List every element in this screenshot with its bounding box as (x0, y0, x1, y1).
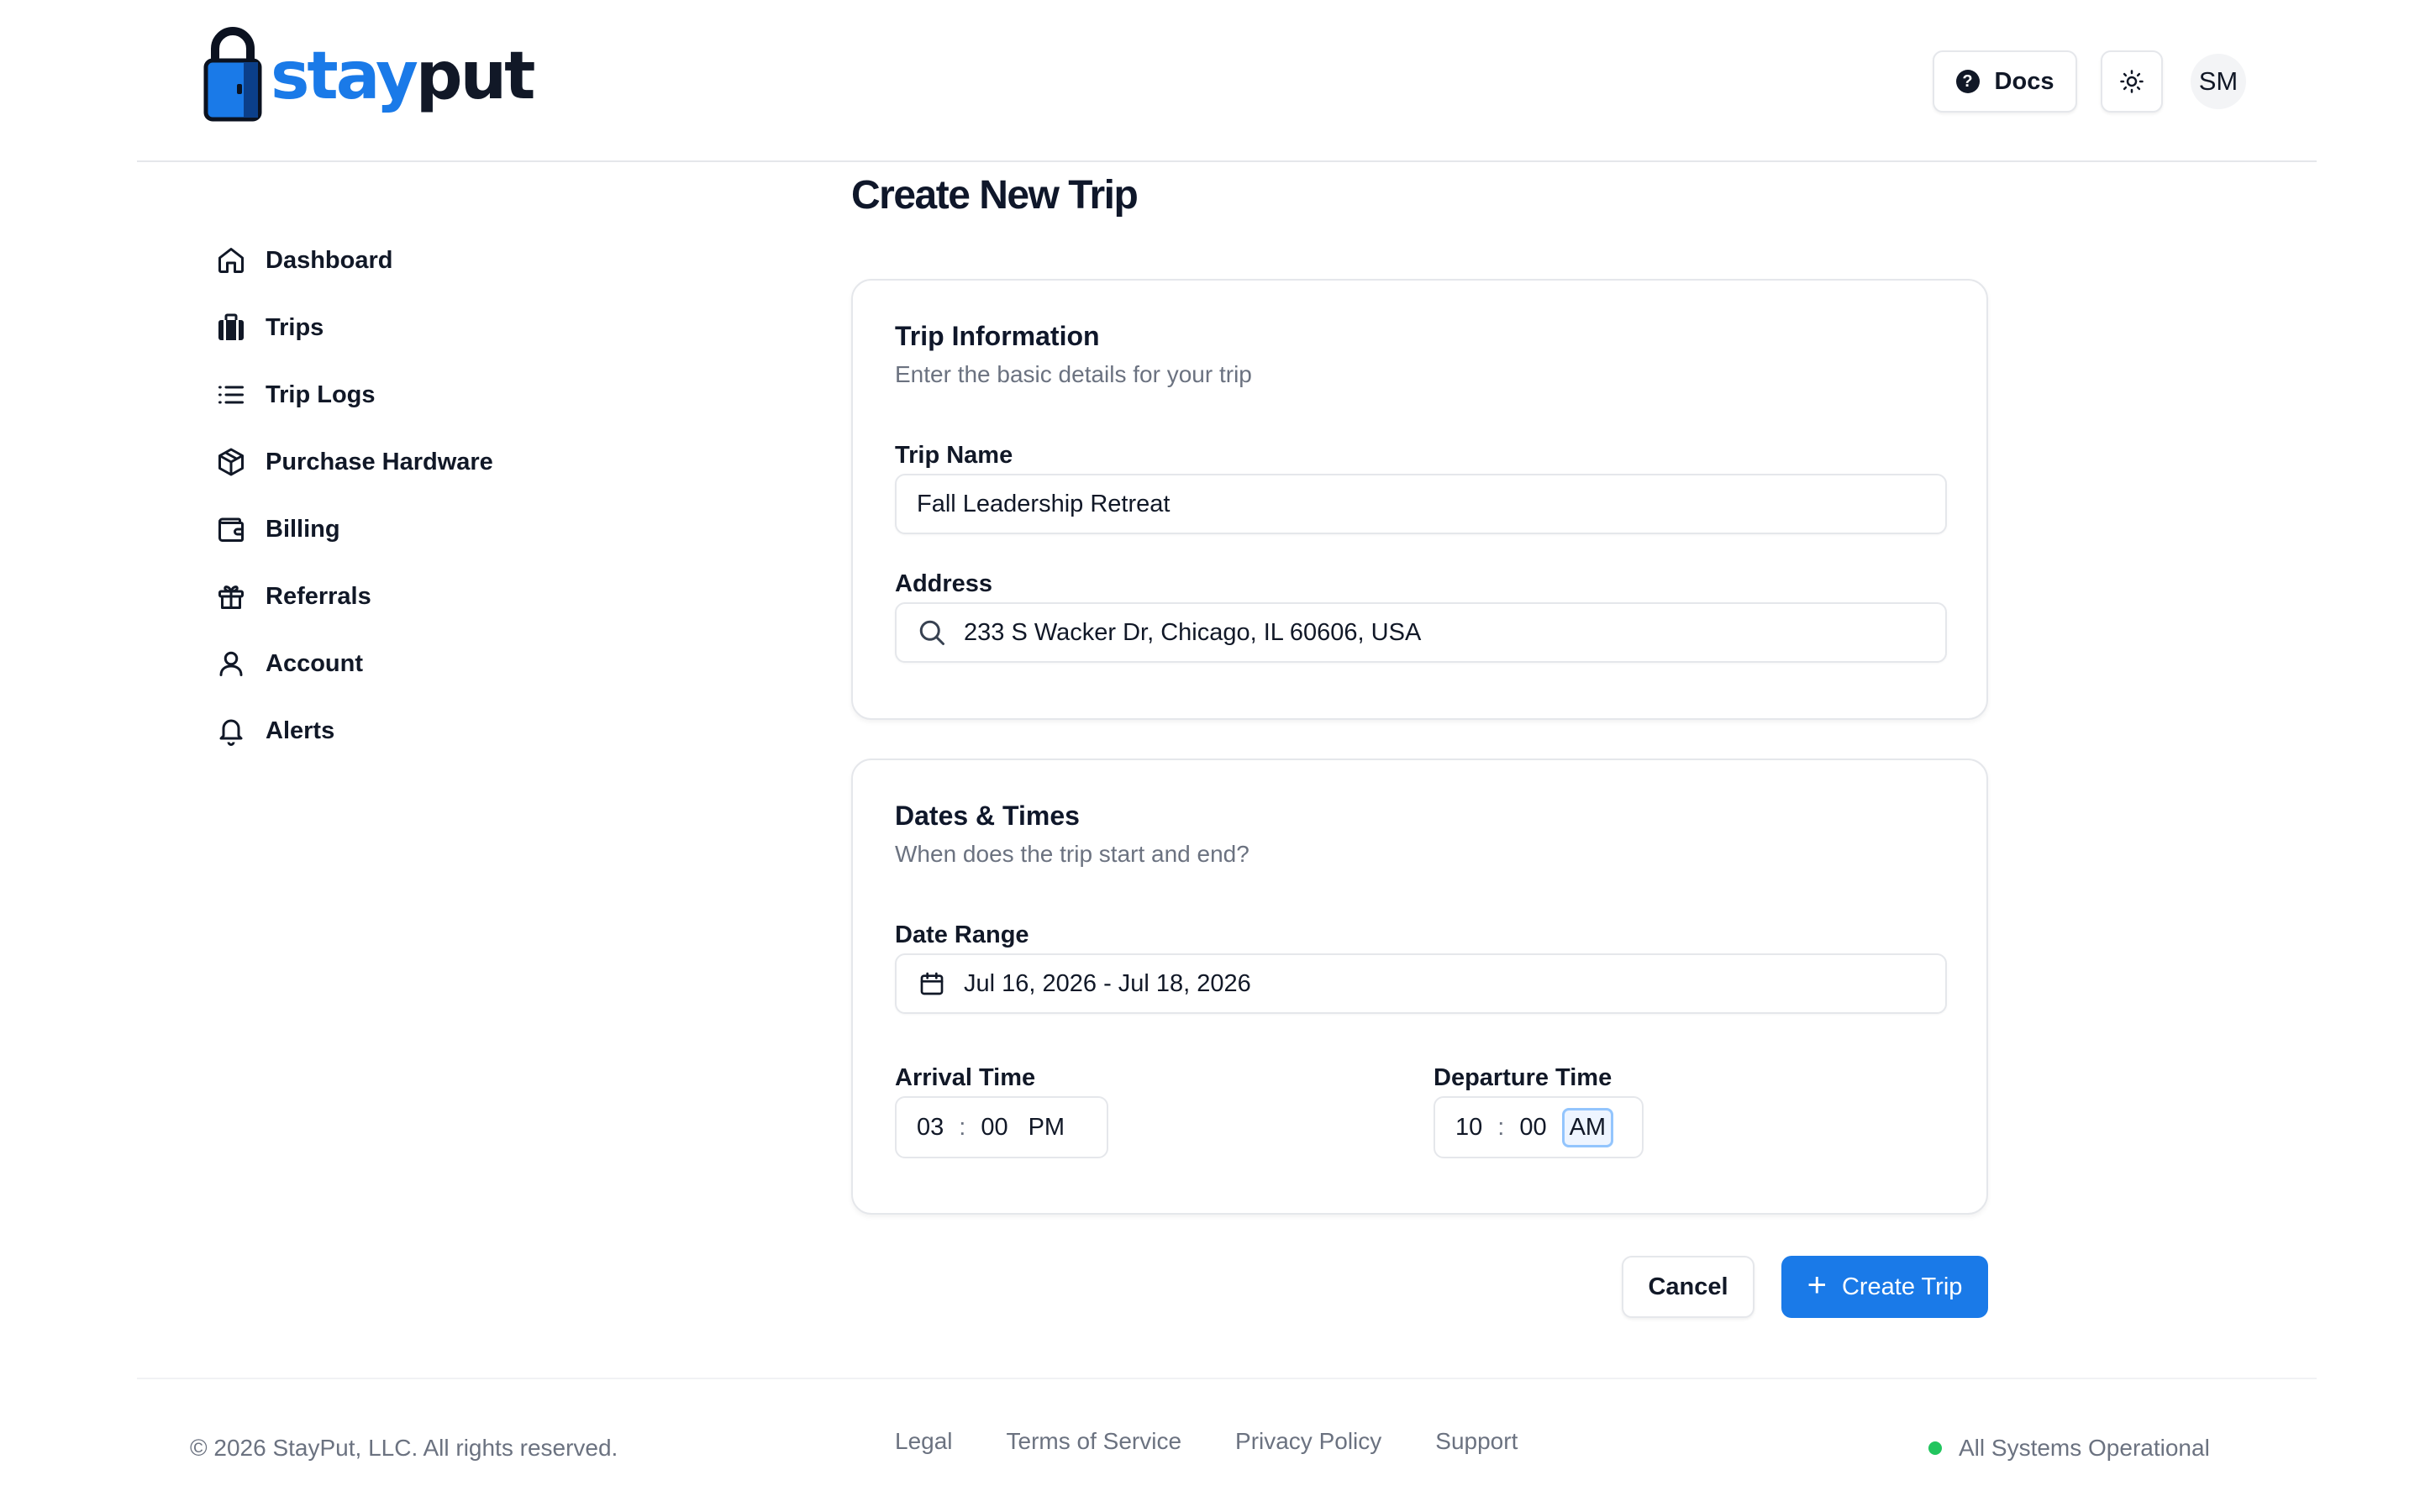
date-range-picker[interactable]: Jul 16, 2026 - Jul 18, 2026 (895, 953, 1947, 1014)
sidebar-item-label: Trip Logs (266, 381, 376, 408)
arrival-time-input: 03 : 00 PM (895, 1096, 1108, 1158)
user-icon (215, 648, 247, 680)
padlock-logo-icon (203, 27, 262, 122)
search-icon (917, 617, 947, 648)
sidebar-item-dashboard[interactable]: Dashboard (215, 227, 568, 294)
sidebar-item-trips[interactable]: Trips (215, 294, 568, 361)
departure-time-input: 10 : 00 AM (1434, 1096, 1644, 1158)
brand-name: stayput (271, 39, 535, 114)
arrival-time-label: Arrival Time (895, 1064, 1036, 1091)
status-dot-icon (1928, 1441, 1942, 1455)
user-avatar[interactable]: SM (2191, 54, 2246, 109)
departure-time-label: Departure Time (1434, 1064, 1612, 1091)
footer-link-legal[interactable]: Legal (895, 1428, 953, 1455)
help-circle-icon: ? (1955, 70, 1980, 93)
docs-button[interactable]: ? Docs (1933, 50, 2077, 113)
sun-icon (2120, 70, 2144, 93)
arrival-minute-field[interactable]: 00 (981, 1114, 1007, 1142)
sidebar-item-label: Billing (266, 515, 340, 543)
footer-link-privacy[interactable]: Privacy Policy (1235, 1428, 1381, 1455)
sidebar-item-billing[interactable]: Billing (215, 496, 568, 563)
footer-link-support[interactable]: Support (1435, 1428, 1518, 1455)
page-title: Create New Trip (851, 173, 1139, 218)
calendar-icon (917, 969, 947, 999)
sidebar-item-referrals[interactable]: Referrals (215, 563, 568, 630)
sidebar-item-account[interactable]: Account (215, 630, 568, 697)
card-title: Trip Information (895, 321, 1100, 351)
time-separator: : (959, 1113, 966, 1141)
wallet-icon (215, 513, 247, 545)
trip-information-card: Trip Information Enter the basic details… (851, 279, 1988, 720)
home-icon (215, 244, 247, 276)
create-trip-label: Create Trip (1841, 1273, 1963, 1300)
sidebar-item-trip-logs[interactable]: Trip Logs (215, 361, 568, 428)
trip-name-input[interactable]: Fall Leadership Retreat (895, 474, 1947, 534)
address-input[interactable]: 233 S Wacker Dr, Chicago, IL 60606, USA (895, 602, 1947, 663)
sidebar-item-label: Alerts (266, 717, 335, 744)
address-label: Address (895, 570, 993, 597)
create-trip-button[interactable]: + Create Trip (1781, 1256, 1988, 1318)
sidebar-item-label: Referrals (266, 582, 371, 610)
sidebar-item-label: Account (266, 649, 363, 677)
address-value: 233 S Wacker Dr, Chicago, IL 60606, USA (964, 618, 1422, 646)
date-range-label: Date Range (895, 921, 1029, 948)
top-header: stayput ? Docs SM (137, 0, 2317, 162)
cancel-button[interactable]: Cancel (1622, 1256, 1754, 1318)
date-range-value: Jul 16, 2026 - Jul 18, 2026 (964, 969, 1251, 997)
departure-minute-field[interactable]: 00 (1519, 1114, 1546, 1142)
status-text: All Systems Operational (1959, 1435, 2210, 1461)
sidebar-nav: Dashboard Trips Trip Logs Purchase Hardw… (215, 227, 568, 764)
theme-toggle-button[interactable] (2101, 50, 2163, 113)
trip-name-label: Trip Name (895, 442, 1013, 469)
docs-label: Docs (1994, 67, 2054, 95)
footer-divider (137, 1378, 2317, 1379)
bell-icon (215, 715, 247, 747)
departure-period-field[interactable]: AM (1561, 1107, 1614, 1147)
copyright-text: © 2026 StayPut, LLC. All rights reserved… (190, 1435, 618, 1461)
list-icon (215, 379, 247, 411)
sidebar-item-label: Purchase Hardware (266, 448, 493, 475)
sidebar-item-label: Dashboard (266, 246, 393, 274)
dates-times-card: Dates & Times When does the trip start a… (851, 759, 1988, 1215)
stayput-logo[interactable]: stayput (203, 25, 535, 123)
departure-hour-field[interactable]: 10 (1455, 1114, 1482, 1142)
card-subtitle: When does the trip start and end? (895, 841, 1249, 867)
footer-links: Legal Terms of Service Privacy Policy Su… (895, 1428, 1518, 1455)
package-icon (215, 446, 247, 478)
plus-icon: + (1807, 1267, 1827, 1304)
sidebar-item-purchase-hardware[interactable]: Purchase Hardware (215, 428, 568, 496)
luggage-icon (215, 312, 247, 344)
gift-icon (215, 580, 247, 612)
card-title: Dates & Times (895, 801, 1080, 831)
footer-link-terms[interactable]: Terms of Service (1007, 1428, 1182, 1455)
arrival-hour-field[interactable]: 03 (917, 1114, 944, 1142)
time-separator: : (1497, 1113, 1505, 1141)
arrival-period-field[interactable]: PM (1028, 1114, 1065, 1142)
card-subtitle: Enter the basic details for your trip (895, 361, 1252, 387)
sidebar-item-alerts[interactable]: Alerts (215, 697, 568, 764)
sidebar-item-label: Trips (266, 313, 324, 341)
system-status[interactable]: All Systems Operational (1928, 1435, 2210, 1462)
